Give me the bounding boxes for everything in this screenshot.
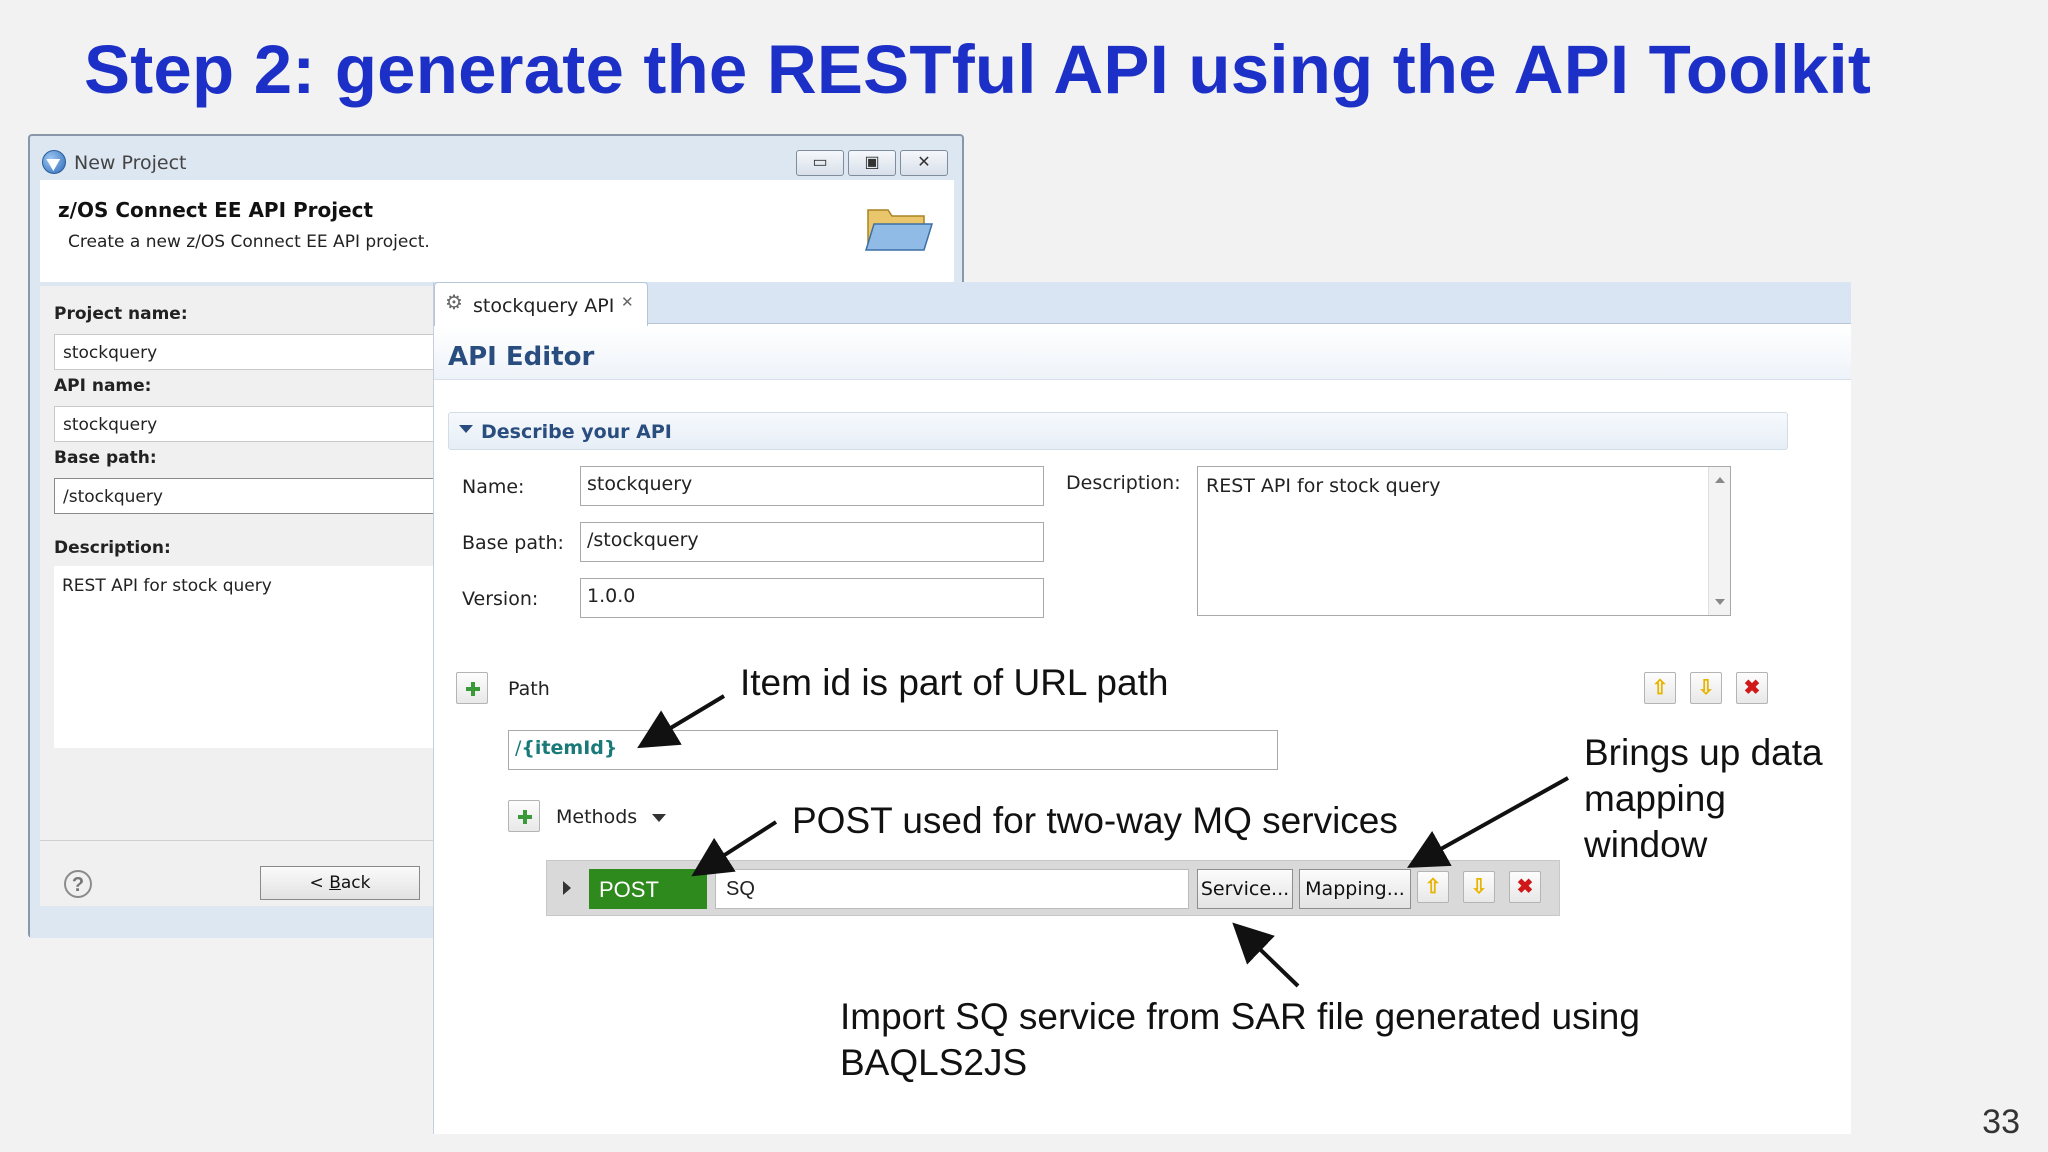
description-textarea[interactable]: REST API for stock query <box>54 566 464 748</box>
service-name-input[interactable]: SQ <box>715 869 1189 909</box>
editor-base-path-input[interactable]: /stockquery <box>580 522 1044 562</box>
editor-description-text: REST API for stock query <box>1206 475 1441 497</box>
tab-label: stockquery API <box>473 295 615 317</box>
delete-path-button[interactable]: ✖ <box>1736 672 1768 704</box>
add-method-button[interactable] <box>508 800 540 832</box>
move-method-up-button[interactable]: ⇧ <box>1417 871 1449 903</box>
back-button-rest: ack <box>340 873 371 893</box>
close-button[interactable]: ✕ <box>900 150 948 176</box>
minimize-button[interactable]: ▭ <box>796 150 844 176</box>
project-name-input[interactable]: stockquery <box>54 334 464 370</box>
describe-api-section-header[interactable]: Describe your API <box>448 412 1788 450</box>
name-input[interactable]: stockquery <box>580 466 1044 506</box>
annotation-post: POST used for two-way MQ services <box>792 800 1398 841</box>
dialog-header: z/OS Connect EE API Project Create a new… <box>40 180 954 282</box>
expand-triangle-icon[interactable] <box>563 881 571 895</box>
delete-method-button[interactable]: ✖ <box>1509 871 1541 903</box>
methods-label: Methods <box>556 806 638 828</box>
back-button-prefix: < <box>309 873 330 893</box>
api-name-input[interactable]: stockquery <box>54 406 464 442</box>
section-title: Describe your API <box>481 421 672 443</box>
mapping-button[interactable]: Mapping... <box>1299 869 1411 909</box>
eclipse-app-icon <box>42 150 66 174</box>
dialog-heading: z/OS Connect EE API Project <box>58 198 374 222</box>
name-label: Name: <box>462 476 525 498</box>
description-label: Description: <box>54 538 171 558</box>
tab-stockquery-api[interactable]: ⚙ stockquery API ✕ <box>434 282 648 326</box>
service-button[interactable]: Service... <box>1197 869 1293 909</box>
back-button[interactable]: < Back <box>260 866 420 900</box>
description-scrollbar[interactable] <box>1708 467 1730 615</box>
folder-icon <box>864 209 934 251</box>
editor-description-label: Description: <box>1066 472 1181 494</box>
version-input[interactable]: 1.0.0 <box>580 578 1044 618</box>
tab-close-icon[interactable]: ✕ <box>621 293 634 311</box>
dialog-subheading: Create a new z/OS Connect EE API project… <box>68 232 430 252</box>
back-button-mnemonic: B <box>329 873 341 893</box>
slide-title: Step 2: generate the RESTful API using t… <box>84 31 1872 108</box>
post-method-badge: POST <box>589 869 707 909</box>
slide-number: 33 <box>1982 1103 2020 1141</box>
annotation-path: Item id is part of URL path <box>740 662 1169 703</box>
move-path-up-button[interactable]: ⇧ <box>1644 672 1676 704</box>
path-label: Path <box>508 678 550 700</box>
editor-heading: API Editor <box>448 342 595 372</box>
path-value: {itemId} <box>521 737 618 759</box>
method-row-post: POST SQ Service... Mapping... ⇧ ⇩ ✖ <box>546 860 1560 916</box>
help-icon[interactable]: ? <box>64 870 92 898</box>
base-path-input[interactable]: /stockquery <box>54 478 464 514</box>
add-path-button[interactable] <box>456 672 488 704</box>
dialog-title: New Project <box>74 152 187 174</box>
move-method-down-button[interactable]: ⇩ <box>1463 871 1495 903</box>
scroll-down-icon[interactable] <box>1715 599 1725 605</box>
chevron-down-icon[interactable] <box>459 425 473 433</box>
dialog-titlebar[interactable]: New Project ▭ ▣ ✕ <box>30 136 962 178</box>
base-path-label: Base path: <box>54 448 157 468</box>
annotation-mapping: Brings up data mapping window <box>1584 732 1823 865</box>
editor-base-path-label: Base path: <box>462 532 564 554</box>
editor-description-textarea[interactable]: REST API for stock query <box>1197 466 1731 616</box>
annotation-import: Import SQ service from SAR file generate… <box>840 996 1640 1083</box>
scroll-up-icon[interactable] <box>1715 477 1725 483</box>
editor-heading-bar: API Editor <box>434 326 1851 380</box>
gear-icon: ⚙ <box>445 292 463 314</box>
move-path-down-button[interactable]: ⇩ <box>1690 672 1722 704</box>
project-name-label: Project name: <box>54 304 188 324</box>
version-label: Version: <box>462 588 539 610</box>
path-input[interactable]: /{itemId} <box>508 730 1278 770</box>
methods-dropdown-icon[interactable] <box>652 814 666 822</box>
api-name-label: API name: <box>54 376 152 396</box>
maximize-button[interactable]: ▣ <box>848 150 896 176</box>
